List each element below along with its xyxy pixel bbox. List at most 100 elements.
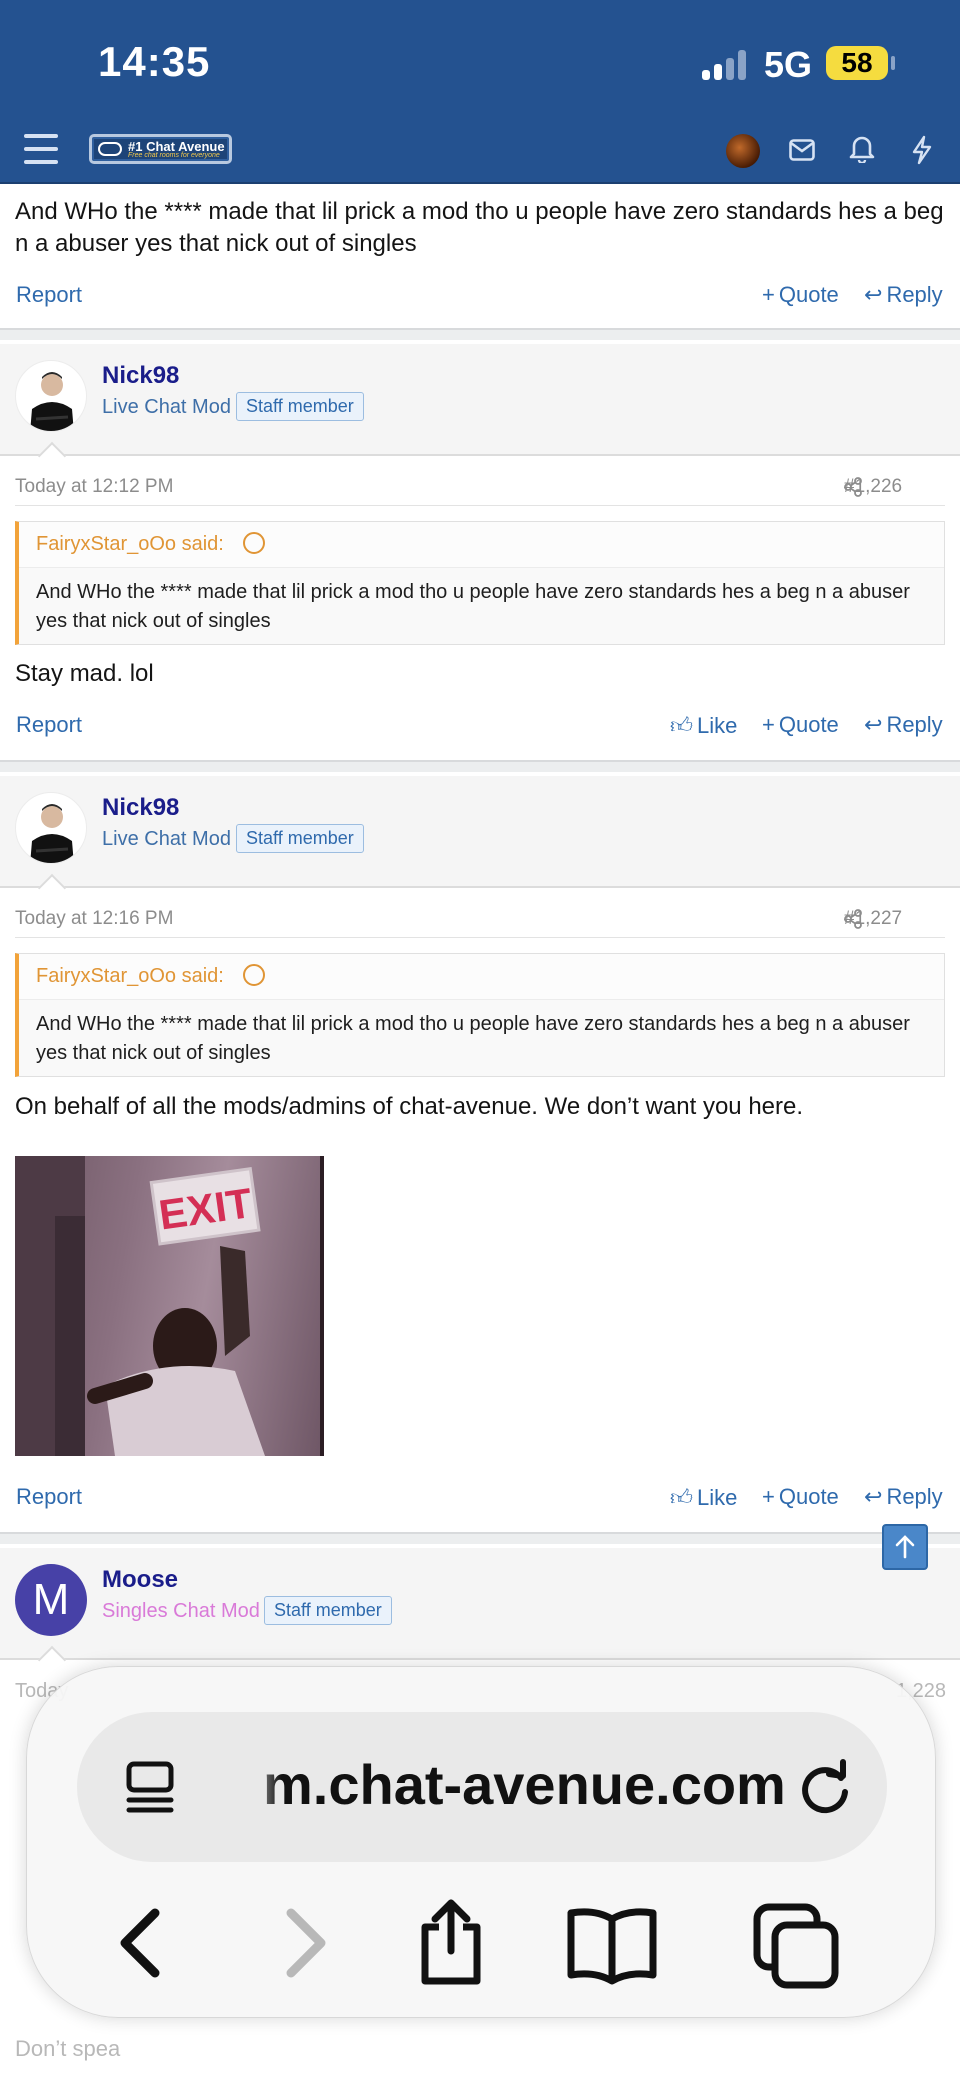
post-actions: Report 👍︎ Like + Quote ↩ Reply	[0, 1478, 960, 1518]
post-user-block: Nick98 Live Chat Mod Staff member	[0, 776, 960, 903]
like-label: Like	[697, 1484, 738, 1510]
thumbs-up-icon: 👍︎	[670, 1485, 693, 1510]
bookmarks-icon[interactable]	[565, 1905, 659, 1985]
inbox-icon[interactable]	[789, 139, 815, 161]
tabs-icon[interactable]	[751, 1901, 841, 1991]
username[interactable]: Nick98	[102, 362, 179, 390]
staff-badge: Staff member	[264, 1596, 392, 1625]
quote-text: And WHo the **** made that lil prick a m…	[36, 1013, 910, 1064]
thumbs-up-icon: 👍︎	[670, 713, 693, 738]
divider	[15, 937, 945, 938]
plus-icon: +	[762, 712, 775, 737]
quote-text: And WHo the **** made that lil prick a m…	[36, 581, 910, 632]
post-user-block: M Moose Singles Chat Mod Staff member	[0, 1548, 960, 1675]
quote-button[interactable]: + Quote	[762, 712, 839, 738]
post-separator	[0, 328, 960, 340]
reply-arrow-icon: ↩	[864, 282, 883, 307]
post-image[interactable]: EXIT	[15, 1156, 324, 1456]
quote-author[interactable]: FairyxStar_oOo said:	[36, 965, 224, 988]
url-fade	[241, 1752, 281, 1822]
reply-label: Reply	[886, 1484, 943, 1509]
browser-toolbar: m.chat-avenue.com	[26, 1666, 936, 2018]
post-body: On behalf of all the mods/admins of chat…	[15, 1093, 804, 1120]
forward-icon[interactable]	[271, 1905, 341, 1981]
go-to-quote-icon[interactable]	[243, 964, 265, 986]
post-number[interactable]: #1,227	[844, 908, 902, 930]
quote-header: FairyxStar_oOo said:	[19, 954, 944, 1000]
post-body: Stay mad. lol	[15, 660, 154, 687]
reply-button[interactable]: ↩ Reply	[864, 282, 943, 308]
reply-label: Reply	[886, 282, 943, 307]
reply-button[interactable]: ↩ Reply	[864, 712, 943, 738]
quote-block: FairyxStar_oOo said: And WHo the **** ma…	[15, 953, 945, 1077]
logo-subtitle: Free chat rooms for everyone	[128, 152, 220, 159]
user-photo-icon	[30, 804, 74, 863]
network-type: 5G	[764, 44, 813, 85]
post-number[interactable]: #1,226	[844, 476, 902, 498]
page-menu-icon[interactable]	[121, 1758, 181, 1818]
quote-label: Quote	[778, 712, 839, 737]
avatar-pointer	[37, 873, 67, 903]
avatar[interactable]	[15, 792, 87, 864]
go-to-quote-icon[interactable]	[243, 532, 265, 554]
post-actions: Report 👍︎ Like + Quote ↩ Reply	[0, 706, 960, 746]
user-title: Live Chat Mod	[102, 396, 231, 418]
back-icon[interactable]	[109, 1905, 179, 1981]
like-button[interactable]: 👍︎ Like	[670, 1484, 737, 1511]
reply-arrow-icon: ↩	[864, 712, 883, 737]
post-actions: Report + Quote ↩ Reply	[0, 276, 960, 316]
battery-cap	[891, 56, 895, 70]
alerts-bell-icon[interactable]	[849, 135, 875, 163]
battery-icon: 58	[826, 46, 888, 80]
plus-icon: +	[762, 282, 775, 307]
report-link[interactable]: Report	[16, 1484, 82, 1510]
staff-badge: Staff member	[236, 392, 364, 421]
scroll-to-top-button[interactable]	[882, 1524, 928, 1570]
report-link[interactable]: Report	[16, 282, 82, 308]
post-body: And WHo the **** made that lil prick a m…	[15, 198, 944, 257]
post-timestamp[interactable]: Today at 12:12 PM	[15, 476, 173, 498]
post-user-block: Nick98 Live Chat Mod Staff member	[0, 344, 960, 471]
reply-button[interactable]: ↩ Reply	[864, 1484, 943, 1510]
site-nav-bar: #1 Chat Avenue Free chat rooms for every…	[0, 118, 960, 184]
quote-button[interactable]: + Quote	[762, 1484, 839, 1510]
avatar[interactable]: M	[15, 1564, 87, 1636]
avatar-pointer	[37, 441, 67, 471]
arrow-up-icon	[895, 1535, 915, 1559]
post-body: Don’t spea	[15, 2036, 121, 2061]
reply-label: Reply	[886, 712, 943, 737]
user-photo-icon	[30, 372, 74, 431]
menu-icon[interactable]	[24, 134, 58, 164]
like-label: Like	[697, 712, 738, 738]
like-button[interactable]: 👍︎ Like	[670, 712, 737, 739]
url-text: m.chat-avenue.com	[263, 1753, 786, 1816]
status-bar: 14:35 5G 58	[0, 0, 960, 118]
quote-author[interactable]: FairyxStar_oOo said:	[36, 533, 224, 556]
clock: 14:35	[98, 38, 211, 85]
username[interactable]: Nick98	[102, 794, 179, 822]
site-logo[interactable]: #1 Chat Avenue Free chat rooms for every…	[89, 134, 232, 164]
quote-button[interactable]: + Quote	[762, 282, 839, 308]
reload-icon[interactable]	[793, 1756, 857, 1820]
quote-header: FairyxStar_oOo said:	[19, 522, 944, 568]
reply-arrow-icon: ↩	[864, 1484, 883, 1509]
post-separator	[0, 760, 960, 772]
staff-badge: Staff member	[236, 824, 364, 853]
account-avatar[interactable]	[726, 134, 760, 168]
quote-label: Quote	[778, 1484, 839, 1509]
chat-bubble-icon	[98, 142, 122, 156]
avatar[interactable]	[15, 360, 87, 432]
address-bar[interactable]: m.chat-avenue.com	[77, 1712, 887, 1862]
share-icon[interactable]	[411, 1897, 491, 1987]
exit-gif-image: EXIT	[15, 1156, 265, 1456]
avatar-pointer	[37, 1645, 67, 1675]
report-link[interactable]: Report	[16, 712, 82, 738]
whats-new-bolt-icon[interactable]	[911, 135, 933, 165]
user-title: Singles Chat Mod	[102, 1600, 260, 1622]
post-timestamp[interactable]: Today at 12:16 PM	[15, 908, 173, 930]
post-separator	[0, 1532, 960, 1544]
username[interactable]: Moose	[102, 1566, 178, 1594]
quote-block: FairyxStar_oOo said: And WHo the **** ma…	[15, 521, 945, 645]
user-title: Live Chat Mod	[102, 828, 231, 850]
quote-label: Quote	[778, 282, 839, 307]
